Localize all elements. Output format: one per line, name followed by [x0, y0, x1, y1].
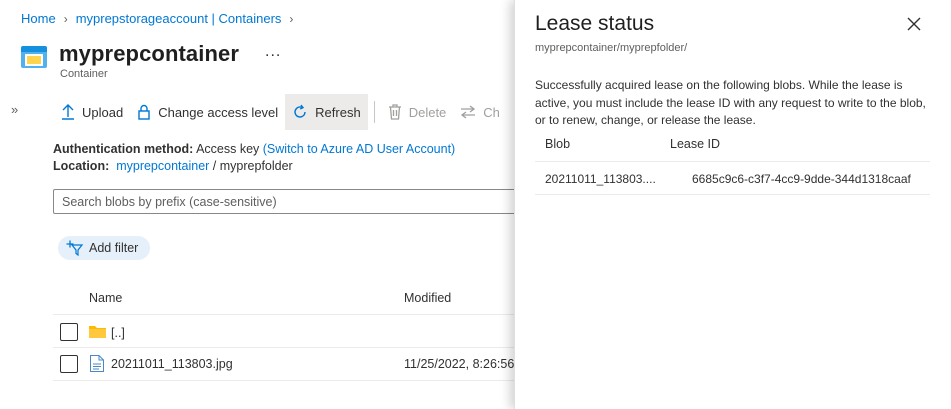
switch-auth-link[interactable]: (Switch to Azure AD User Account) [263, 142, 455, 156]
refresh-label: Refresh [315, 104, 361, 120]
row-checkbox[interactable] [60, 323, 78, 341]
page-header: myprepcontainer ... [21, 40, 281, 68]
delete-button[interactable]: Delete [381, 94, 454, 130]
swap-arrows-icon [461, 105, 476, 119]
upload-icon [62, 104, 74, 120]
auth-label: Authentication method: [53, 142, 194, 156]
row-name[interactable]: [..] [111, 326, 125, 340]
page-subtitle: Container [60, 68, 108, 80]
authentication-method: Authentication method: Access key (Switc… [53, 142, 455, 156]
close-icon[interactable] [906, 16, 922, 32]
expand-menu-icon[interactable]: » [11, 102, 18, 117]
row-name[interactable]: 20211011_113803.jpg [111, 357, 233, 371]
column-header-name[interactable]: Name [89, 291, 122, 305]
table-divider [535, 194, 930, 195]
change-tier-label: Ch [483, 104, 500, 120]
panel-title: Lease status [535, 12, 655, 35]
change-access-level-label: Change access level [158, 104, 279, 120]
upload-button[interactable]: Upload [54, 94, 130, 130]
trash-icon [388, 104, 401, 120]
change-access-level-button[interactable]: Change access level [130, 94, 285, 130]
auth-value: Access key [196, 142, 260, 156]
table-divider [53, 380, 514, 381]
breadcrumb-home-link[interactable]: Home [21, 11, 56, 26]
panel-path: myprepcontainer/myprepfolder/ [535, 42, 688, 54]
refresh-icon [294, 104, 306, 118]
table-divider [53, 347, 514, 348]
row-modified: 11/25/2022, 8:26:56 [404, 357, 514, 371]
table-divider [535, 161, 930, 162]
page-title: myprepcontainer [59, 41, 239, 66]
row-checkbox[interactable] [60, 355, 78, 373]
add-filter-icon [66, 240, 84, 256]
column-header-blob: Blob [545, 137, 571, 151]
table-divider [53, 314, 514, 315]
container-blade: Home › myprepstorageaccount | Containers… [0, 0, 514, 409]
more-options-button[interactable]: ... [265, 43, 281, 61]
change-tier-button[interactable]: Ch [453, 94, 507, 130]
location-label: Location: [53, 159, 110, 173]
lease-status-panel: Lease status myprepcontainer/myprepfolde… [514, 0, 951, 409]
lock-icon [138, 104, 150, 120]
upload-label: Upload [82, 104, 124, 120]
container-icon [21, 46, 47, 68]
refresh-button[interactable]: Refresh [285, 94, 368, 130]
file-icon [90, 355, 104, 372]
chevron-right-icon: › [63, 11, 68, 26]
location-container-link[interactable]: myprepcontainer [116, 159, 209, 173]
chevron-right-icon: › [289, 11, 294, 26]
add-filter-label: Add filter [89, 241, 139, 255]
location-folder: myprepfolder [219, 159, 293, 173]
lease-row-id: 6685c9c6-c3f7-4cc9-9dde-344d1318caaf [692, 172, 911, 186]
toolbar-divider [373, 101, 375, 123]
lease-success-message: Successfully acquired lease on the follo… [535, 78, 926, 127]
lease-row-blob: 20211011_113803.... [545, 172, 656, 186]
breadcrumb-account-link[interactable]: myprepstorageaccount | Containers [76, 11, 282, 26]
column-header-lease-id: Lease ID [670, 137, 721, 151]
location-separator: / [212, 159, 217, 173]
breadcrumb: Home › myprepstorageaccount | Containers… [21, 11, 301, 26]
folder-icon [89, 326, 106, 338]
search-blobs-input[interactable] [53, 189, 514, 214]
delete-label: Delete [408, 104, 447, 120]
command-bar: Upload Change access level Refresh Delet… [54, 94, 507, 130]
add-filter-button[interactable]: Add filter [58, 236, 151, 260]
column-header-modified[interactable]: Modified [404, 291, 451, 305]
location-row: Location: myprepcontainer / myprepfolder [53, 159, 293, 173]
